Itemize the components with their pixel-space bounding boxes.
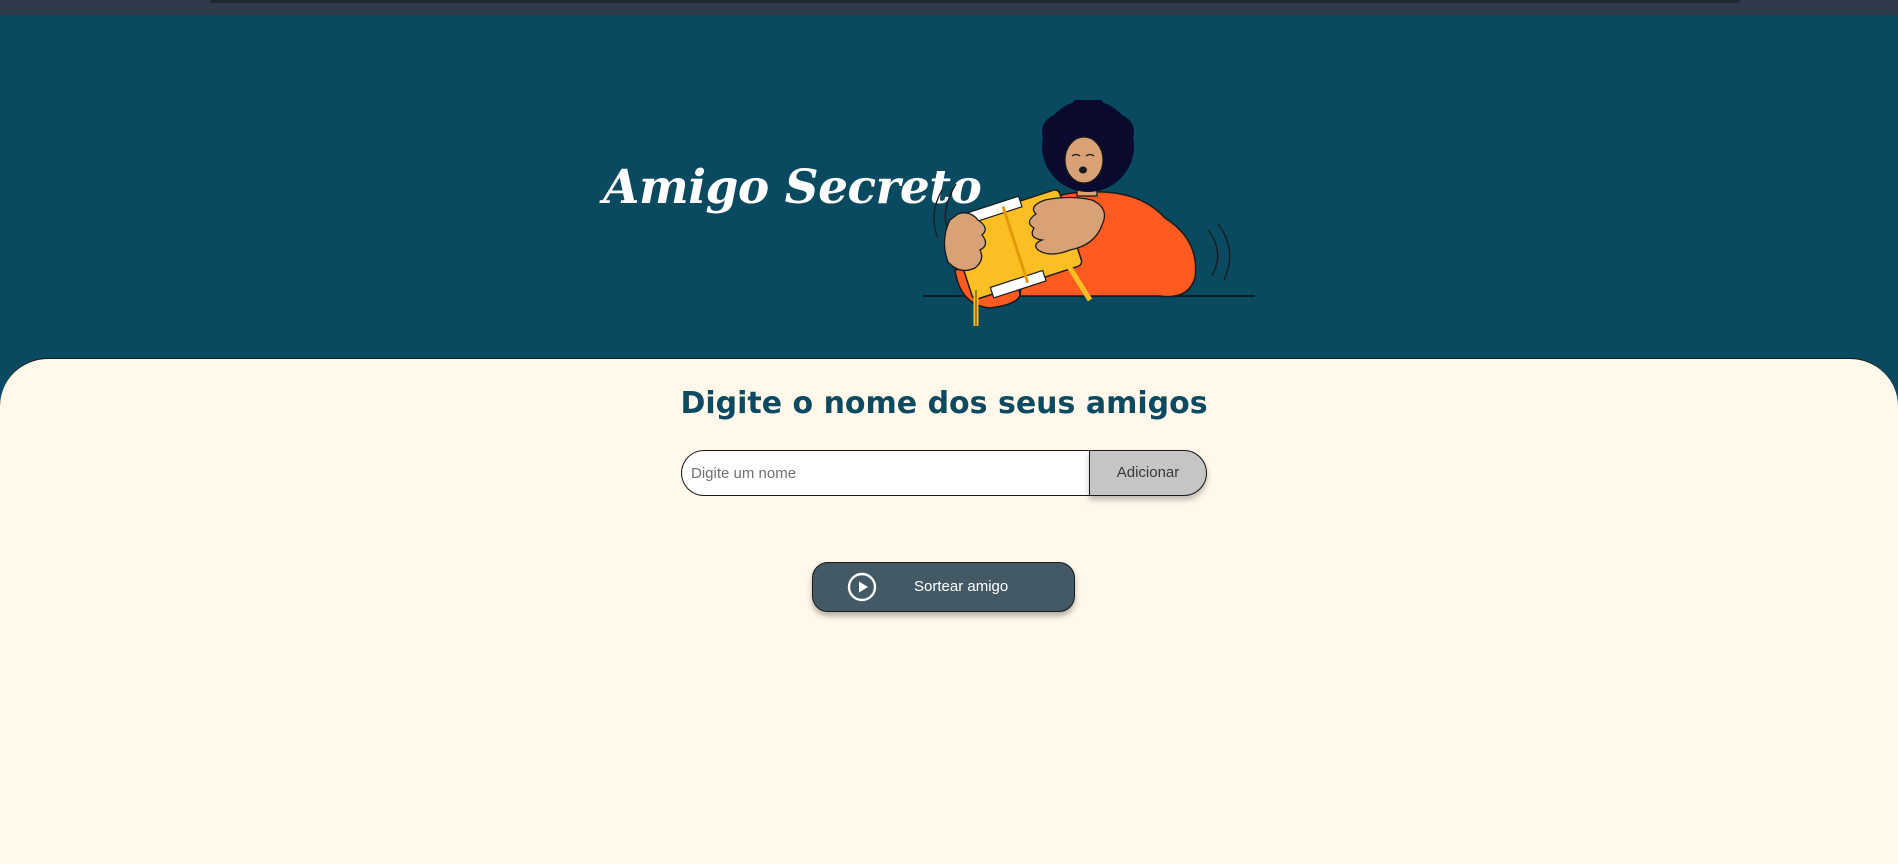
person-opening-gift-illustration (923, 100, 1255, 326)
browser-top-bar-inner (210, 0, 1740, 3)
draw-button-label: Sortear amigo (914, 578, 1009, 595)
section-heading: Digite o nome dos seus amigos (680, 386, 1208, 421)
friend-name-input[interactable] (681, 450, 1091, 496)
draw-friend-button[interactable]: Sortear amigo (812, 562, 1075, 612)
browser-top-bar (0, 0, 1898, 15)
play-circle-icon (847, 572, 877, 602)
add-button[interactable]: Adicionar (1089, 450, 1207, 496)
add-friend-form: Adicionar (681, 450, 1207, 496)
